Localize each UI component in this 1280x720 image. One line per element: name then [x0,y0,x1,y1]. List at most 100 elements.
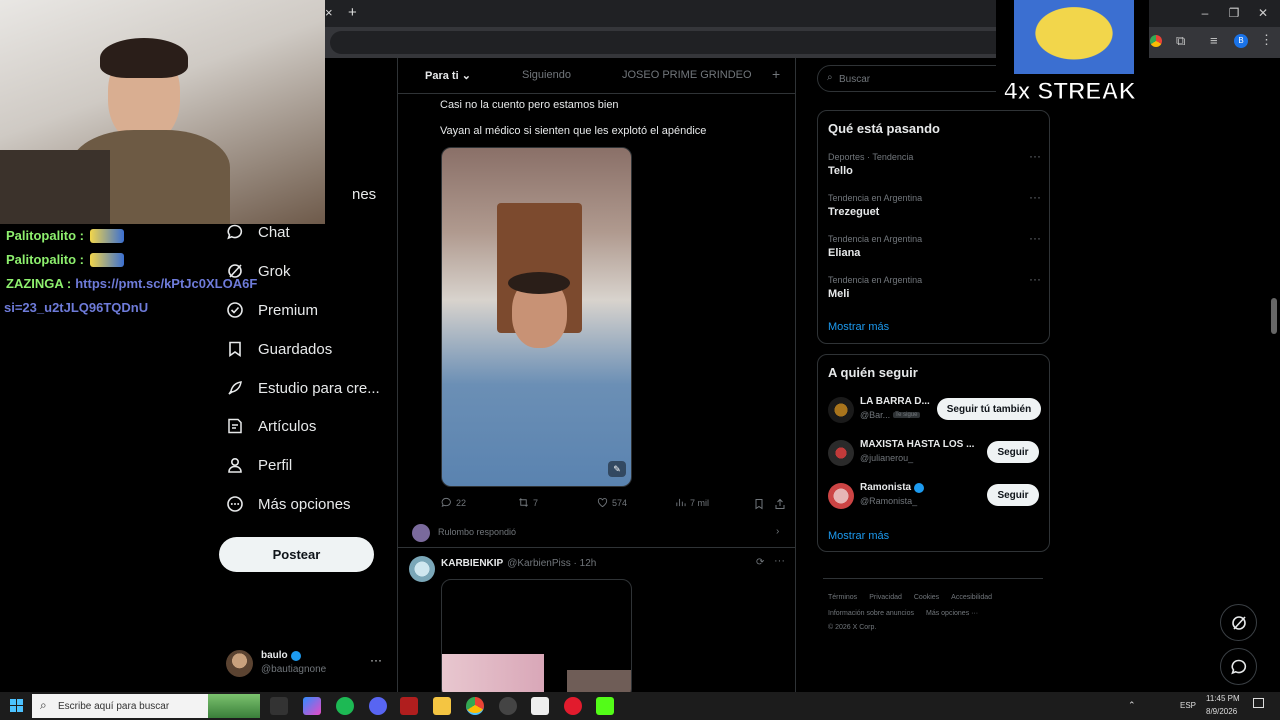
nav-articles[interactable]: Artículos [226,413,316,439]
opera-icon[interactable] [564,697,582,715]
trend-item[interactable]: Tendencia en Argentina Eliana ··· [828,231,1041,259]
nav-profile[interactable]: Perfil [226,452,292,478]
windows-start-icon[interactable] [10,699,23,712]
trends-title: Qué está pasando [828,121,940,136]
trend-more-icon[interactable]: ··· [1029,190,1041,204]
account-more-icon[interactable]: ··· [370,653,382,667]
footer-link[interactable]: Privacidad [869,594,902,601]
taskbar-search-input[interactable]: Escribe aquí para buscar [58,701,169,712]
trend-item[interactable]: Tendencia en Argentina Meli ··· [828,272,1041,300]
nav-creator-studio[interactable]: Estudio para cre... [226,375,380,401]
follow-button[interactable]: Seguir [987,484,1039,506]
trend-more-icon[interactable]: ··· [1029,272,1041,286]
hair [508,272,570,294]
chat-link[interactable]: https://pmt.sc/kPtJc0XLOA6F [75,276,257,291]
scrollbar-thumb[interactable] [1271,298,1277,334]
grok-fab[interactable] [1220,604,1257,641]
footer-link[interactable]: Términos [828,594,857,601]
account-switcher[interactable]: baulo @bautiagnone ··· [226,648,386,680]
maximize-icon[interactable]: ❐ [1219,4,1249,22]
tweet-author-name[interactable]: KARBIENKIP [441,558,503,569]
notification-icon[interactable] [1253,698,1264,708]
discord-icon[interactable] [369,697,387,715]
suggestion-handle: @Ramonista_ [860,496,918,506]
trend-more-icon[interactable]: ··· [1029,231,1041,245]
show-more-trends-link[interactable]: Mostrar más [828,321,889,333]
tab-siguiendo[interactable]: Siguiendo [522,69,571,81]
who-to-follow-card: A quién seguir LA BARRA D... @Bar... Te … [817,354,1050,552]
profile-avatar[interactable]: B [1234,34,1248,48]
chat-link[interactable]: si=23_u2tJLQ96TQDnU [4,300,148,315]
messages-fab[interactable] [1220,648,1257,685]
reply-button[interactable]: 22 [441,497,466,508]
follow-button[interactable]: Seguir [987,441,1039,463]
follow-suggestion[interactable]: LA BARRA D... @Bar... Te sigue Seguir tú… [828,395,1041,425]
chat-username: Palitopalito : [6,228,84,243]
trend-more-icon[interactable]: ··· [1029,149,1041,163]
spotify-icon[interactable] [336,697,354,715]
search-icon: ⌕ [40,698,47,712]
add-tab-button[interactable]: + [772,66,780,82]
file-explorer-icon[interactable] [433,697,451,715]
follow-back-button[interactable]: Seguir tú también [937,398,1041,420]
avatar[interactable] [409,556,435,582]
clock-time[interactable]: 11:45 PM [1206,694,1240,703]
minimize-icon[interactable]: – [1190,4,1220,22]
search-input[interactable]: Buscar [839,74,870,85]
clock-date[interactable]: 8/9/2026 [1206,707,1237,716]
retweet-button[interactable]: 7 [518,497,538,508]
copilot-icon[interactable] [303,697,321,715]
footer-link[interactable]: Accesibilidad [951,594,992,601]
trend-item[interactable]: Deportes · Tendencia Tello ··· [828,149,1041,177]
share-icon[interactable] [774,497,786,509]
tab-joseo-prime[interactable]: JOSEO PRIME GRINDEO [622,69,752,81]
replied-text: Rulombo respondió [438,527,517,537]
search-icon: ⌕ [827,72,833,83]
replied-row[interactable]: Rulombo respondió › [412,523,787,543]
language-indicator[interactable]: ESP [1180,701,1196,710]
puzzle-icon[interactable]: ⧉ [1176,33,1185,49]
feed-column: Para ti ⌄ Siguiendo JOSEO PRIME GRINDEO … [397,58,796,692]
search-highlight-image [208,694,260,718]
like-button[interactable]: 574 [597,497,627,508]
reading-list-icon[interactable]: ≡ [1210,33,1218,48]
tweet-image[interactable]: ✎ [441,147,632,487]
new-tab-button[interactable]: + [348,4,357,21]
suggestion-handle: @julianerou_ [860,453,914,463]
app-icon[interactable] [531,697,549,715]
follow-suggestion[interactable]: Ramonista @Ramonista_ Seguir [828,481,1041,511]
heart-icon [597,498,608,508]
show-more-follow-link[interactable]: Mostrar más [828,530,889,542]
views-button[interactable]: 7 mil [675,497,709,508]
bookmark-tweet-icon[interactable] [753,497,765,510]
chrome-icon[interactable] [466,697,484,715]
close-window-icon[interactable]: ✕ [1248,4,1278,22]
grok-icon[interactable]: ⟳ [756,557,764,568]
extension-icon[interactable] [1150,35,1162,47]
kick-icon[interactable] [596,697,614,715]
task-view-icon[interactable] [270,697,288,715]
nav-label: Estudio para cre... [258,379,380,397]
trend-item[interactable]: Tendencia en Argentina Trezeguet ··· [828,190,1041,218]
tray-arrow-icon[interactable]: ⌃ [1128,700,1136,711]
footer-link[interactable]: Más opciones ··· [926,610,978,617]
close-tab-button[interactable]: × [325,5,333,20]
post-button[interactable]: Postear [219,537,374,572]
menu-kebab-icon[interactable]: ⋮ [1260,32,1273,48]
nav-bookmarks[interactable]: Guardados [226,336,332,362]
follow-suggestion[interactable]: MAXISTA HASTA LOS ... @julianerou_ Segui… [828,438,1041,468]
tweet-author-meta: @KarbienPiss · 12h [507,558,597,569]
taskbar-search[interactable]: ⌕ Escribe aquí para buscar [32,694,260,718]
tweet-more-icon[interactable]: ··· [774,555,785,567]
like-count: 574 [612,497,628,508]
grok-edit-icon[interactable]: ✎ [608,461,626,477]
streamer-hair [100,38,188,78]
footer-link[interactable]: Información sobre anuncios [828,610,914,617]
obs-icon[interactable] [499,697,517,715]
tweet-image[interactable] [441,579,632,692]
tab-para-ti[interactable]: Para ti ⌄ [425,69,471,82]
avatar [412,524,430,542]
footer-link[interactable]: Cookies [914,594,939,601]
app-icon[interactable] [400,697,418,715]
nav-more-options[interactable]: Más opciones [226,491,351,517]
